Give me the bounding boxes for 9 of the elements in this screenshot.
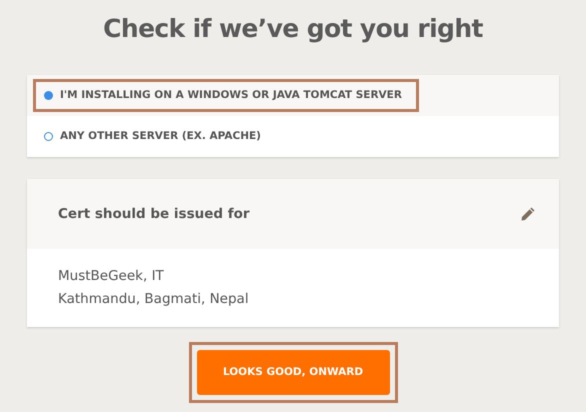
radio-option[interactable]: ANY OTHER SERVER (EX. APACHE) bbox=[33, 120, 278, 153]
radio-option[interactable]: I'M INSTALLING ON A WINDOWS OR JAVA TOMCAT SERVER bbox=[33, 79, 419, 112]
card-heading: Cert should be issued for bbox=[58, 204, 250, 224]
radio-button[interactable] bbox=[44, 91, 53, 100]
edit-icon[interactable] bbox=[519, 205, 537, 223]
page-title: Check if we’ve got you right bbox=[103, 13, 483, 45]
address-line: Kathmandu, Bagmati, Nepal bbox=[58, 290, 250, 309]
radio-button[interactable] bbox=[44, 132, 53, 141]
address-line: MustBeGeek, IT bbox=[58, 267, 165, 286]
